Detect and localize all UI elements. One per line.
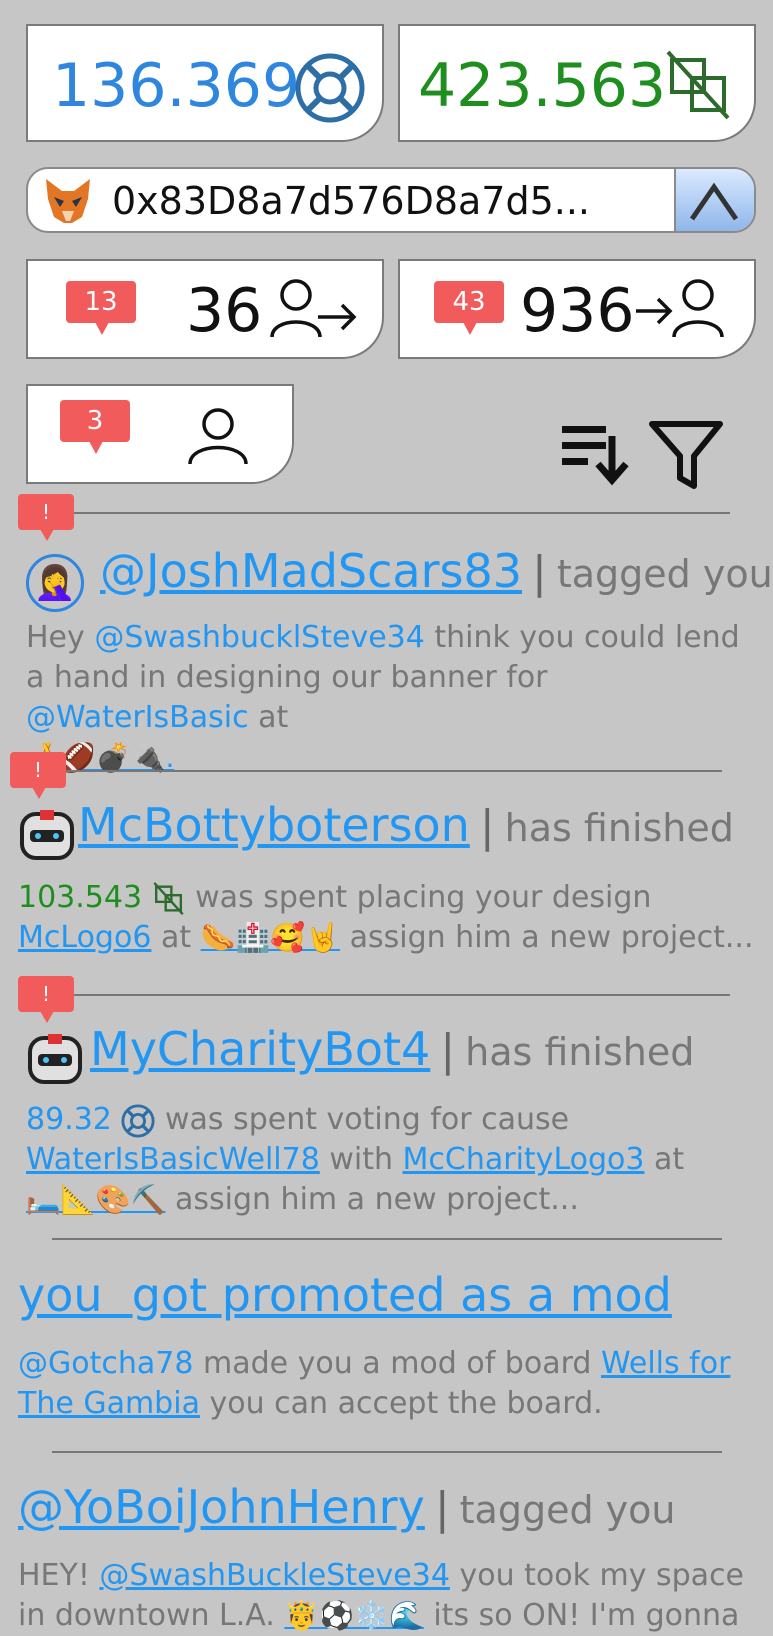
separator: | (434, 1483, 450, 1534)
action-text: tagged you (459, 1488, 676, 1532)
arrow-user-icon (634, 275, 734, 343)
followers-card[interactable]: 13 36 (26, 259, 384, 359)
feed-item-body: HEY! @SwashBuckleSteve34 you took my spa… (18, 1558, 745, 1633)
alert-badge: ! (18, 976, 74, 1023)
profile-badge: 3 (60, 400, 130, 454)
mention-link[interactable]: @SwashbucklSteve34 (94, 620, 425, 655)
metamask-fox-icon (42, 177, 94, 225)
divider (70, 512, 730, 514)
crossed-squares-icon (664, 48, 734, 124)
blue-amount: 89.32 (26, 1102, 112, 1137)
robot-avatar-icon (26, 1032, 84, 1090)
design-link[interactable]: McLogo6 (18, 920, 151, 955)
user-icon (186, 406, 250, 466)
design-link[interactable]: McCharityLogo3 (403, 1142, 645, 1177)
feed-item-body: @Gotcha78 made you a mod of board Wells … (18, 1346, 731, 1421)
action-text: has finished (504, 806, 734, 850)
feed-item-body: Hey @SwashbucklSteve34 think you could l… (26, 620, 740, 774)
mention-link[interactable]: @WaterIsBasic (26, 700, 249, 735)
blue-balance-card[interactable]: 136.369 (26, 24, 384, 142)
bot-name-link[interactable]: MyCharityBot4 (90, 1022, 430, 1076)
profile-card[interactable]: 3 (26, 384, 294, 484)
bot-name-link[interactable]: McBottyboterson (78, 798, 470, 852)
location-link[interactable]: 🛏️📐🎨⛏️ (26, 1183, 165, 1216)
feed-item-body: 89.32 was spent voting for cause WaterIs… (26, 1102, 685, 1217)
feed-item-body: 103.543 was spent placing your design Mc… (18, 880, 754, 955)
robot-avatar-icon (18, 808, 76, 866)
green-balance-card[interactable]: 423.563 (398, 24, 756, 142)
feed-item-header: @YoBoiJohnHenry | tagged you (18, 1480, 675, 1534)
username-link[interactable]: @JoshMadScars83 (100, 544, 522, 598)
wallet-address-bar[interactable]: 0x83D8a7d576D8a7d5... (26, 167, 756, 233)
alert-badge: ! (18, 494, 74, 541)
separator: | (532, 547, 547, 598)
username-link[interactable]: @YoBoiJohnHenry (18, 1480, 425, 1534)
lifebuoy-icon (294, 52, 366, 124)
divider (62, 770, 722, 772)
lifebuoy-icon (121, 1103, 155, 1138)
divider (52, 1451, 722, 1453)
wallet-address: 0x83D8a7d576D8a7d5... (112, 179, 591, 223)
user-arrow-right-icon (268, 275, 360, 343)
green-balance-value: 423.563 (418, 51, 667, 121)
feed-item-header: MyCharityBot4 | has finished (26, 1022, 694, 1090)
crossed-squares-icon (152, 881, 186, 917)
action-text: has finished (465, 1030, 695, 1074)
filter-icon[interactable] (648, 420, 724, 492)
alert-badge: ! (10, 752, 66, 799)
collapse-toggle[interactable] (674, 169, 754, 231)
green-amount: 103.543 (18, 880, 143, 915)
promotion-title-link[interactable]: you got promoted as a mod (18, 1268, 672, 1322)
followers-count: 36 (186, 276, 263, 346)
separator: | (440, 1025, 456, 1076)
user-avatar[interactable]: 🤦‍♀️ (26, 553, 84, 612)
followers-badge: 13 (66, 281, 136, 335)
feed-item-header: 🤦‍♀️ @JoshMadScars83 | tagged you (26, 544, 773, 612)
mention-link[interactable]: @Gotcha78 (18, 1346, 193, 1381)
following-badge: 43 (434, 281, 504, 335)
divider (70, 994, 730, 996)
following-card[interactable]: 43 936 (398, 259, 756, 359)
feed-item-header: McBottyboterson | has finished (18, 798, 734, 866)
action-text: tagged you (556, 552, 773, 596)
separator: | (479, 801, 495, 852)
cause-link[interactable]: WaterIsBasicWell78 (26, 1142, 320, 1177)
location-link[interactable]: 🌭🏥🥰🤘 (201, 921, 340, 954)
following-count: 936 (520, 276, 635, 346)
divider (52, 1238, 722, 1240)
sort-descending-icon[interactable] (560, 422, 630, 486)
blue-balance-value: 136.369 (52, 51, 301, 121)
chevron-up-icon (686, 179, 742, 223)
feed-item-header: you got promoted as a mod (18, 1268, 672, 1322)
mention-link[interactable]: @SwashBuckleSteve34 (99, 1558, 450, 1593)
location-link[interactable]: 🤴⚽❄️🌊 (284, 1599, 423, 1632)
